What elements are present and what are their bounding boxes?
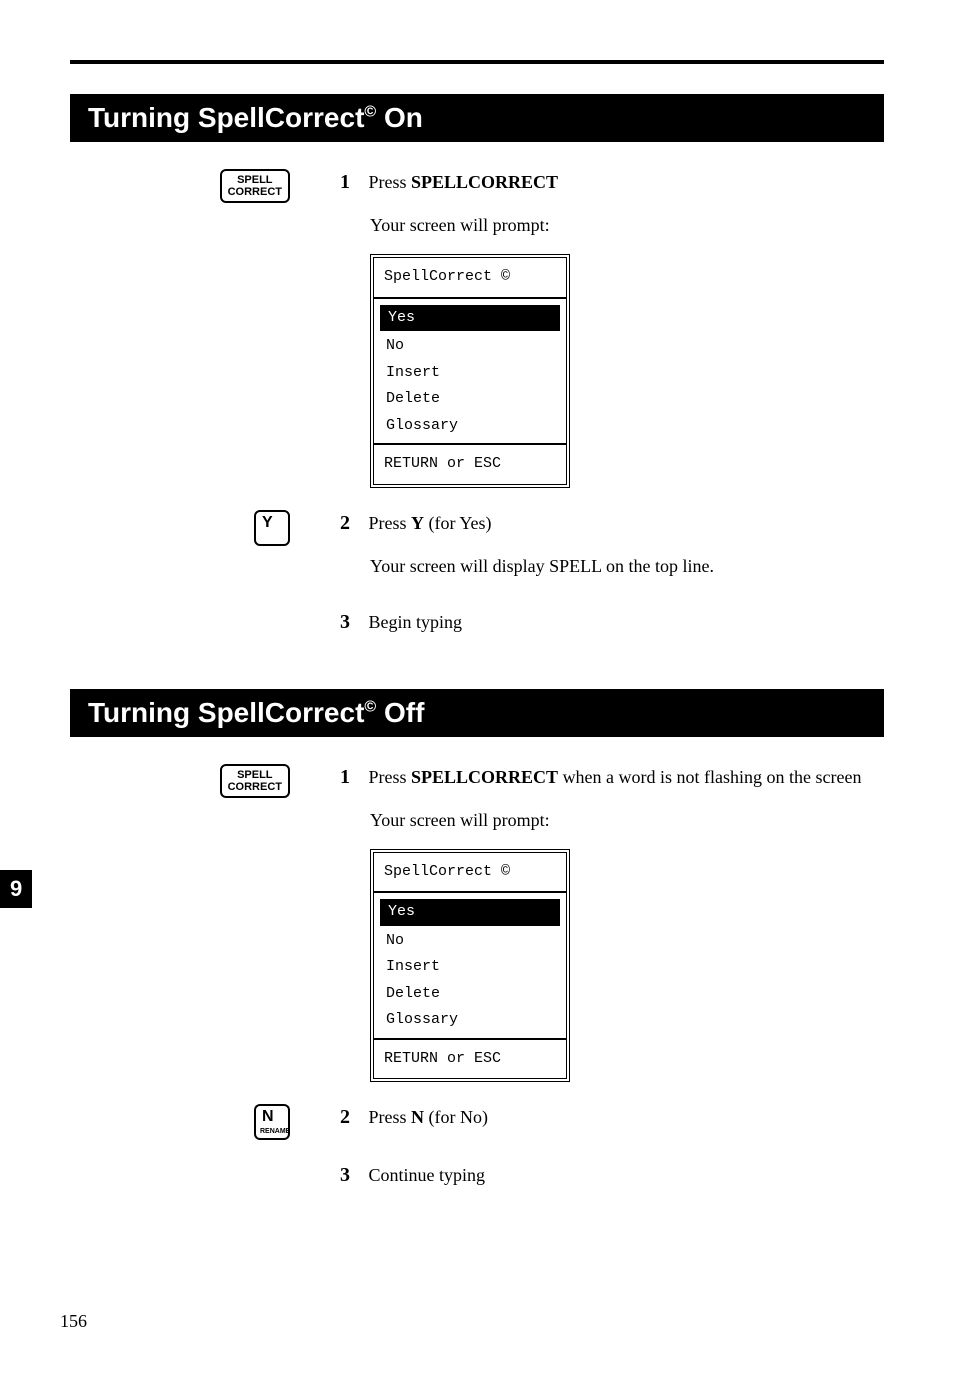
step-instruction: Press SPELLCORRECT [369, 172, 559, 192]
step-text-column: 3 Continue typing [340, 1160, 884, 1190]
step-row: SPELL CORRECT 1 Press SPELLCORRECT Your … [70, 167, 884, 488]
spellcorrect-key-icon: SPELL CORRECT [220, 169, 290, 203]
step-after-text: Your screen will prompt: [370, 807, 884, 834]
step-text-column: 2 Press Y (for Yes) Your screen will dis… [340, 508, 884, 595]
step-number: 1 [340, 762, 364, 792]
step-instruction: Press SPELLCORRECT when a word is not fl… [369, 767, 862, 787]
section-heading-on: Turning SpellCorrect© On [70, 94, 884, 142]
page-number: 156 [60, 1311, 87, 1332]
key-column: N RENAME [70, 1102, 340, 1140]
screen-footer: RETURN or ESC [374, 443, 566, 484]
step-number: 3 [340, 607, 364, 637]
step-after-text: Your screen will display SPELL on the to… [370, 553, 884, 580]
step-instruction: Press N (for No) [369, 1107, 489, 1127]
screen-option: Delete [378, 386, 562, 413]
document-page: Turning SpellCorrect© On SPELL CORRECT 1… [0, 0, 954, 1362]
screen-option-selected: Yes [380, 305, 560, 332]
screen-option-selected: Yes [380, 899, 560, 926]
screen-prompt-box: SpellCorrect © Yes No Insert Delete Glos… [370, 254, 570, 488]
step-row: SPELL CORRECT 1 Press SPELLCORRECT when … [70, 762, 884, 1083]
step-row: N RENAME 2 Press N (for No) [70, 1102, 884, 1140]
step-number: 2 [340, 508, 364, 538]
screen-options: Yes No Insert Delete Glossary [374, 893, 566, 1038]
screen-options: Yes No Insert Delete Glossary [374, 299, 566, 444]
section-heading-off: Turning SpellCorrect© Off [70, 689, 884, 737]
y-key-icon: Y [254, 510, 290, 546]
key-column: Y [70, 508, 340, 546]
screen-option: Glossary [378, 413, 562, 440]
step-text-column: 1 Press SPELLCORRECT when a word is not … [340, 762, 884, 1083]
step-row: 3 Begin typing [70, 607, 884, 637]
screen-footer: RETURN or ESC [374, 1038, 566, 1079]
screen-option: Delete [378, 981, 562, 1008]
screen-option: No [378, 928, 562, 955]
screen-option: No [378, 333, 562, 360]
step-number: 1 [340, 167, 364, 197]
step-number: 3 [340, 1160, 364, 1190]
key-column [70, 1160, 340, 1162]
top-rule [70, 60, 884, 64]
step-row: Y 2 Press Y (for Yes) Your screen will d… [70, 508, 884, 595]
step-text-column: 3 Begin typing [340, 607, 884, 637]
step-row: 3 Continue typing [70, 1160, 884, 1190]
step-after-text: Your screen will prompt: [370, 212, 884, 239]
screen-prompt-box: SpellCorrect © Yes No Insert Delete Glos… [370, 849, 570, 1083]
step-instruction: Press Y (for Yes) [369, 513, 492, 533]
step-instruction: Begin typing [369, 612, 463, 632]
spellcorrect-key-icon: SPELL CORRECT [220, 764, 290, 798]
chapter-tab: 9 [0, 870, 32, 908]
step-text-column: 1 Press SPELLCORRECT Your screen will pr… [340, 167, 884, 488]
step-text-column: 2 Press N (for No) [340, 1102, 884, 1132]
key-column: SPELL CORRECT [70, 167, 340, 203]
key-column [70, 607, 340, 609]
screen-title: SpellCorrect © [374, 258, 566, 299]
step-number: 2 [340, 1102, 364, 1132]
n-key-icon: N RENAME [254, 1104, 290, 1140]
key-column: SPELL CORRECT [70, 762, 340, 798]
step-instruction: Continue typing [369, 1165, 486, 1185]
screen-title: SpellCorrect © [374, 853, 566, 894]
screen-option: Glossary [378, 1007, 562, 1034]
screen-option: Insert [378, 954, 562, 981]
screen-option: Insert [378, 360, 562, 387]
